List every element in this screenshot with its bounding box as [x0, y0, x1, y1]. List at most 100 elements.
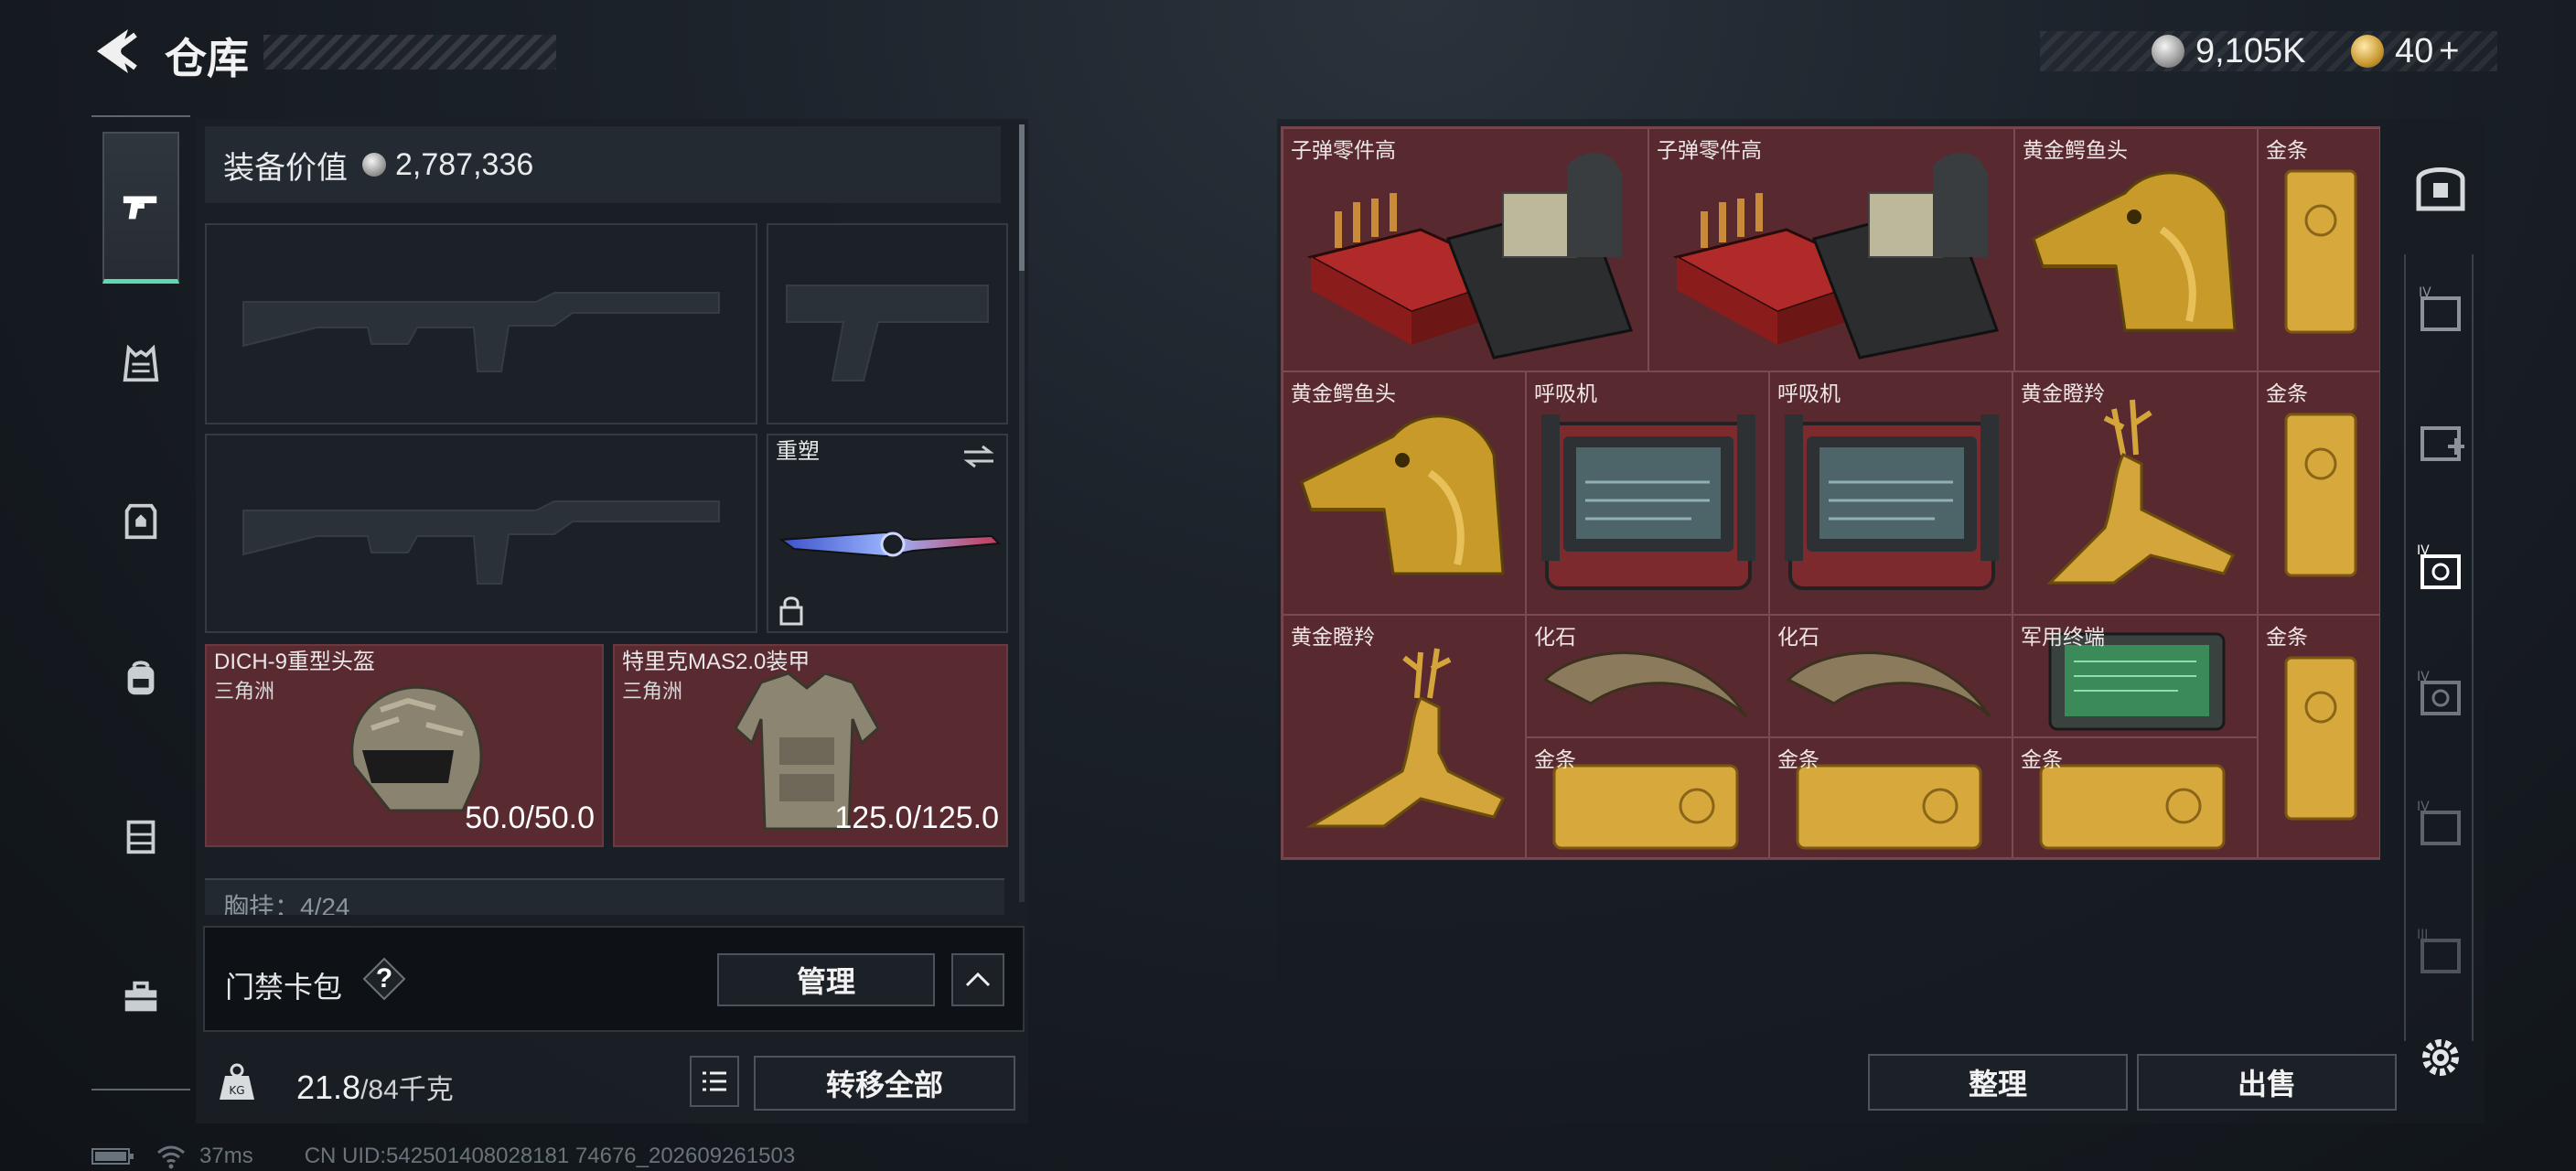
- ventilator-icon: [1541, 414, 1755, 590]
- rail-page-6[interactable]: III: [2411, 924, 2470, 983]
- stash-item-golden-gazelle-1[interactable]: 黄金瞪羚: [2012, 371, 2258, 615]
- sell-button[interactable]: 出售: [2137, 1054, 2397, 1111]
- stash-page-icon: IV: [2419, 285, 2461, 331]
- silver-currency: 9,105K: [2152, 31, 2305, 71]
- equipment-value: 装备价值 2,787,336: [205, 126, 1001, 203]
- stash-item-golden-croc-head-2[interactable]: 黄金鳄鱼头: [1283, 371, 1526, 615]
- silver-amount: 9,105K: [2195, 31, 2306, 70]
- rail-page-4[interactable]: IV: [2411, 666, 2470, 725]
- transfer-all-button[interactable]: 转移全部: [754, 1056, 1015, 1111]
- golden-gazelle-icon: [2046, 399, 2236, 585]
- ping: 37ms: [199, 1144, 253, 1168]
- gold-currency[interactable]: 40 +: [2351, 31, 2459, 71]
- item-name: 呼吸机: [1777, 381, 1841, 405]
- rail-page-2[interactable]: [2411, 412, 2470, 470]
- backpack-icon: [127, 661, 155, 695]
- rail-page-3-active[interactable]: IV: [2411, 540, 2470, 598]
- item-name: 化石: [1534, 625, 1576, 649]
- chest-rig-capacity: 胸挂：4/24: [223, 893, 350, 915]
- helmet-durability: 50.0/50.0: [465, 800, 595, 835]
- list-view-button[interactable]: [690, 1056, 739, 1107]
- rail-page-1[interactable]: IV: [2411, 282, 2470, 340]
- stash-item-fossil-2[interactable]: 化石: [1769, 615, 2012, 737]
- chest-rig-row[interactable]: 胸挂：4/24: [205, 878, 1004, 915]
- helmet-faction: 三角洲: [214, 680, 275, 703]
- stash-item-golden-croc-head-1[interactable]: 黄金鳄鱼头: [2014, 128, 2258, 371]
- wifi-icon: [157, 1145, 185, 1169]
- settings-icon[interactable]: [2415, 1032, 2466, 1083]
- nav-outfit[interactable]: [102, 326, 179, 403]
- rail-safe-box[interactable]: [2411, 157, 2470, 216]
- weight-row: KG 21.8/84千克 转移全部: [196, 1039, 1028, 1123]
- knife-icon: [778, 531, 1002, 558]
- secondary-weapon-slot[interactable]: [205, 434, 757, 633]
- pistol-slot[interactable]: [767, 223, 1008, 424]
- silver-coin-icon: [2152, 35, 2184, 68]
- add-gold-button[interactable]: +: [2439, 32, 2459, 71]
- stash-item-gold-bar-3[interactable]: 金条: [2258, 615, 2380, 858]
- list-icon: [703, 1071, 726, 1091]
- weight-readout: 21.8/84千克: [296, 1067, 454, 1107]
- swap-icon[interactable]: [961, 443, 997, 470]
- toolbox-icon: [124, 981, 157, 1012]
- collapse-button[interactable]: [951, 953, 1004, 1006]
- nav-backpack[interactable]: [102, 640, 179, 717]
- item-name: 军用终端: [2021, 625, 2105, 649]
- silver-coin-icon: [362, 153, 386, 177]
- svg-text:IV: IV: [2419, 285, 2431, 300]
- equipment-value-label: 装备价值: [223, 150, 348, 186]
- help-icon[interactable]: ?: [360, 955, 408, 1003]
- rail-page-5[interactable]: IV: [2411, 796, 2470, 854]
- page-title: 仓库: [165, 35, 249, 82]
- stash-item-gold-bar-2[interactable]: 金条: [2258, 371, 2380, 615]
- pistol-icon: [123, 196, 157, 219]
- item-name: 金条: [2266, 381, 2308, 405]
- armor-slot[interactable]: 特里克MAS2.0装甲 三角洲 125.0/125.0: [613, 644, 1008, 847]
- top-bar: 仓库 9,105K 40 +: [0, 0, 2576, 110]
- nav-armor[interactable]: [102, 483, 179, 560]
- stash-item-military-terminal[interactable]: 军用终端: [2012, 615, 2258, 737]
- equipment-scrollbar[interactable]: [1019, 124, 1025, 902]
- melee-slot[interactable]: 重塑: [767, 434, 1008, 633]
- stash-item-fossil-1[interactable]: 化石: [1526, 615, 1769, 737]
- weight-icon: KG: [220, 1063, 254, 1100]
- manage-button[interactable]: 管理: [717, 953, 935, 1006]
- stash-item-gold-bar-1[interactable]: 金条: [2258, 128, 2380, 371]
- item-name: 黄金鳄鱼头: [2023, 138, 2128, 162]
- item-name: 子弹零件高: [1657, 138, 1762, 162]
- primary-weapon-slot[interactable]: [205, 223, 757, 424]
- chest-rig-icon: [126, 820, 156, 854]
- stash-item-gold-bar-4[interactable]: 金条: [1526, 737, 1769, 858]
- back-icon[interactable]: [88, 22, 146, 81]
- stash-item-ammo-parts-2[interactable]: 子弹零件高: [1648, 128, 2014, 371]
- help-text: ?: [375, 963, 393, 994]
- nav-weapons[interactable]: [102, 132, 179, 284]
- melee-label: 重塑: [776, 439, 820, 464]
- rifle-silhouette-icon: [242, 500, 720, 585]
- gold-amount: 40: [2395, 31, 2434, 70]
- stash-page-icon: IV: [2417, 800, 2461, 845]
- stash-item-ventilator-2[interactable]: 呼吸机: [1769, 371, 2012, 615]
- nav-toolbox[interactable]: [102, 959, 179, 1036]
- armor-faction: 三角洲: [622, 680, 683, 703]
- helmet-slot[interactable]: DICH-9重型头盔 三角洲 50.0/50.0: [205, 644, 604, 847]
- scrollbar-thumb[interactable]: [1019, 124, 1025, 271]
- pistol-silhouette-icon: [786, 285, 989, 381]
- item-name: 黄金瞪羚: [1291, 625, 1375, 649]
- title-decoration: [263, 35, 556, 70]
- weight-max: /84千克: [360, 1075, 454, 1105]
- stash-item-ammo-parts-1[interactable]: 子弹零件高: [1283, 128, 1648, 371]
- stash-item-gold-bar-6[interactable]: 金条: [2012, 737, 2258, 858]
- ammo-crate-icon: [1672, 153, 1999, 360]
- stash-item-golden-gazelle-2[interactable]: 黄金瞪羚: [1283, 615, 1526, 858]
- stash-grid: 子弹零件高 子弹零件高 黄金鳄鱼头 金条 黄金鳄鱼头 呼吸机 呼吸机 黄金瞪羚 …: [1281, 126, 2380, 860]
- golden-crocodile-head-icon: [1300, 414, 1505, 575]
- stash-page-icon: III: [2417, 928, 2461, 973]
- sort-button[interactable]: 整理: [1868, 1054, 2128, 1111]
- gold-bar-icon: [2284, 413, 2357, 577]
- gold-coin-icon: [2351, 35, 2384, 68]
- item-name: 子弹零件高: [1291, 138, 1396, 162]
- nav-chest-rig[interactable]: [102, 798, 179, 875]
- stash-item-gold-bar-5[interactable]: 金条: [1769, 737, 2012, 858]
- stash-item-ventilator-1[interactable]: 呼吸机: [1526, 371, 1769, 615]
